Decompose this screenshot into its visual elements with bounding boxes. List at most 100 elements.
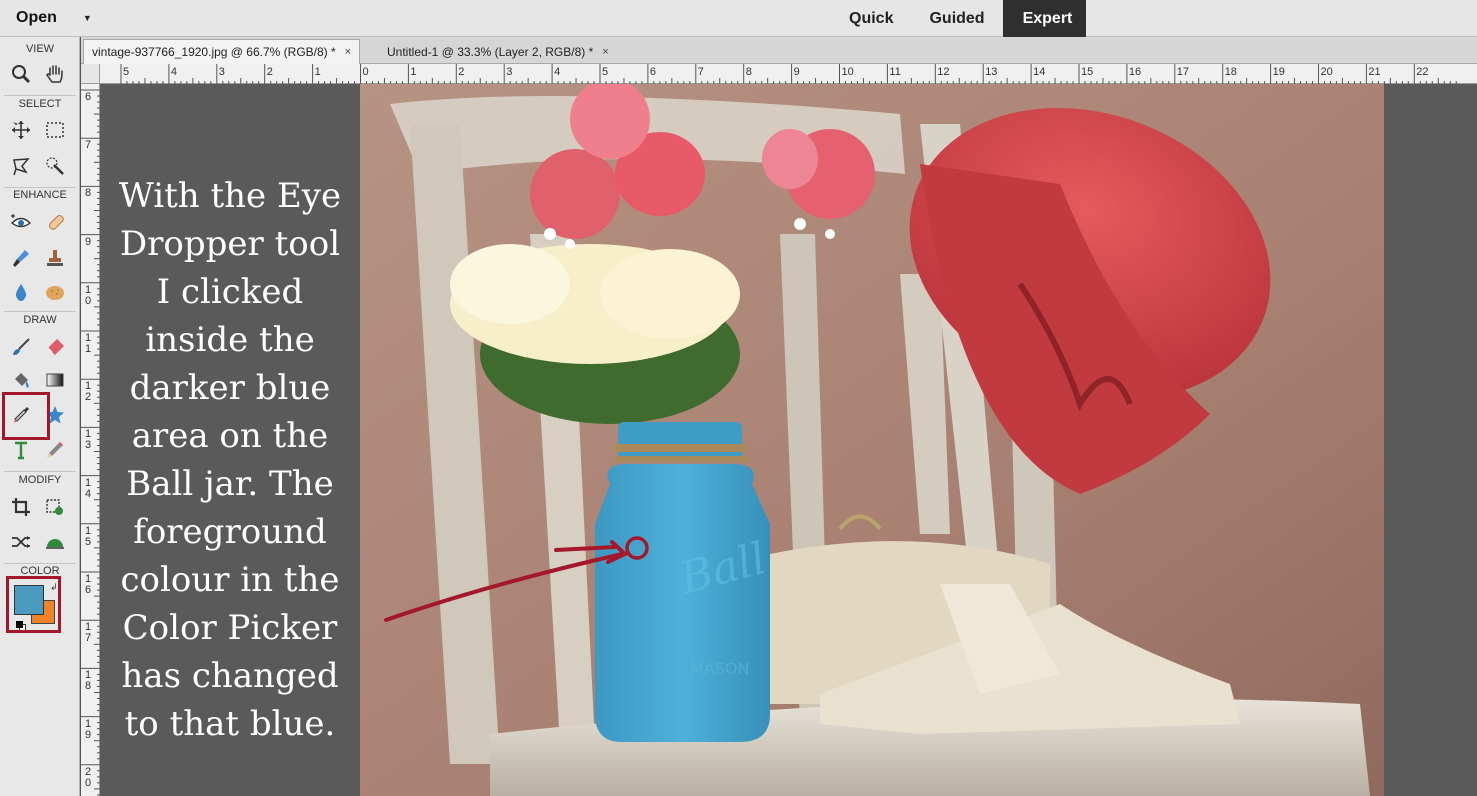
ruler-label: 5 [602,66,609,78]
ruler-label: 10 [84,283,92,307]
move-icon [12,121,30,139]
quick-selection-tool[interactable] [40,151,70,181]
tab-label: vintage-937766_1920.jpg @ 66.7% (RGB/8) … [92,45,336,59]
shuffle-arrows-icon [12,536,30,548]
eye-icon [10,214,32,228]
section-label-view: VIEW [25,43,55,55]
sponge-tool[interactable] [40,277,70,307]
document-tab-untitled[interactable]: Untitled-1 @ 33.3% (Layer 2, RGB/8) * × [379,39,617,64]
type-icon [15,441,27,460]
vintage-still-life-photo: Ball MASON [360,84,1384,796]
ruler-label: 18 [84,669,92,693]
crop-tool[interactable] [6,492,36,522]
tab-label: Untitled-1 @ 33.3% (Layer 2, RGB/8) * [387,44,594,59]
ruler-label: 3 [218,66,225,78]
open-label: Open [16,9,57,26]
ruler-corner [81,64,100,84]
pencil-icon [47,442,63,458]
content-aware-move-tool[interactable] [6,527,36,557]
mode-tab-guided[interactable]: Guided [911,0,1002,37]
ruler-label: 1 [314,66,321,78]
ruler-label: 18 [1224,66,1237,78]
divider [4,95,76,96]
blur-tool[interactable] [6,277,36,307]
eraser-tool[interactable] [40,332,70,362]
sponge-icon [46,286,64,300]
color-highlight-box [6,576,61,633]
ruler-label: 7 [697,66,704,78]
marquee-tool[interactable] [40,115,70,145]
hand-tool[interactable] [40,59,70,89]
ruler-label: 8 [84,187,92,200]
ruler-label: 16 [1128,66,1142,78]
svg-text:MASON: MASON [690,659,749,678]
bandage-icon [48,214,64,230]
photo-image[interactable]: Ball MASON [360,84,1384,796]
open-button[interactable]: Open ▼ [8,6,100,30]
move-tool[interactable] [6,115,36,145]
rectangle-marquee-icon [46,122,64,138]
ruler-label: 9 [84,235,92,248]
ruler-label: 14 [84,476,92,500]
mode-tab-expert[interactable]: Expert [1002,0,1087,37]
stamp-icon [47,250,63,266]
smart-brush-tool[interactable] [6,243,36,273]
ruler-label: 15 [1081,66,1094,78]
ruler-label: 13 [985,66,998,78]
ruler-label: 17 [1176,66,1190,78]
mode-tab-quick[interactable]: Quick [831,0,911,37]
paint-bucket-icon [15,373,29,388]
gradient-icon [46,373,64,387]
clone-stamp-tool[interactable] [40,243,70,273]
divider [4,187,76,188]
brush-icon [13,338,30,355]
section-label-select: SELECT [18,98,62,110]
close-icon[interactable]: × [345,46,351,58]
ruler-label: 21 [1368,66,1381,78]
horizontal-ruler: 5 4 3 2 1 0 1 2 3 4 5 6 7 8 9 10 11 12 13 14 15 16 17 18 19 20 21 2… [81,64,1477,84]
magnifier-icon [12,65,31,84]
canvas-area[interactable]: With the Eye Dropper tool I clicked insi… [100,84,1477,796]
ruler-label: 4 [554,66,561,78]
ruler-label: 11 [889,66,901,78]
close-icon[interactable]: × [602,46,608,58]
ruler-label: 13 [84,428,92,452]
recompose-icon [46,499,63,515]
straighten-icon [46,539,64,549]
healing-brush-tool[interactable] [40,207,70,237]
mode-switcher: Quick Guided Expert [831,0,1087,37]
gradient-tool[interactable] [40,365,70,395]
eraser-icon [47,339,64,355]
ruler-label: 2 [266,66,273,78]
ruler-label: 5 [123,66,130,78]
ruler-label: 15 [84,524,92,548]
smart-brush-icon [13,250,29,267]
red-eye-tool[interactable] [6,207,36,237]
brush-tool[interactable] [6,332,36,362]
ruler-label: 11 [84,332,92,355]
ruler-label: 12 [937,66,950,78]
paint-bucket-tool[interactable] [6,365,36,395]
ruler-label: 3 [506,66,513,78]
ruler-label: 22 [1416,66,1429,78]
ruler-label: 17 [84,621,92,645]
lasso-tool[interactable] [6,151,36,181]
divider [4,563,76,564]
ruler-label: 1 [410,66,417,78]
chevron-down-icon[interactable]: ▼ [83,13,92,23]
lasso-icon [13,158,30,176]
top-bar: Open ▼ Quick Guided Expert [0,0,1477,37]
zoom-tool[interactable] [6,59,36,89]
ruler-label: 4 [170,66,178,78]
hand-icon [46,65,63,83]
water-drop-icon [15,284,27,301]
section-label-enhance: ENHANCE [13,189,67,201]
document-tabs: vintage-937766_1920.jpg @ 66.7% (RGB/8) … [81,37,1477,64]
straighten-tool[interactable] [40,527,70,557]
recompose-tool[interactable] [40,492,70,522]
divider [4,311,76,312]
document-tab-vintage[interactable]: vintage-937766_1920.jpg @ 66.7% (RGB/8) … [83,39,361,64]
divider [4,471,76,472]
ruler-label: 2 [458,66,465,78]
ruler-label: 16 [84,573,92,596]
